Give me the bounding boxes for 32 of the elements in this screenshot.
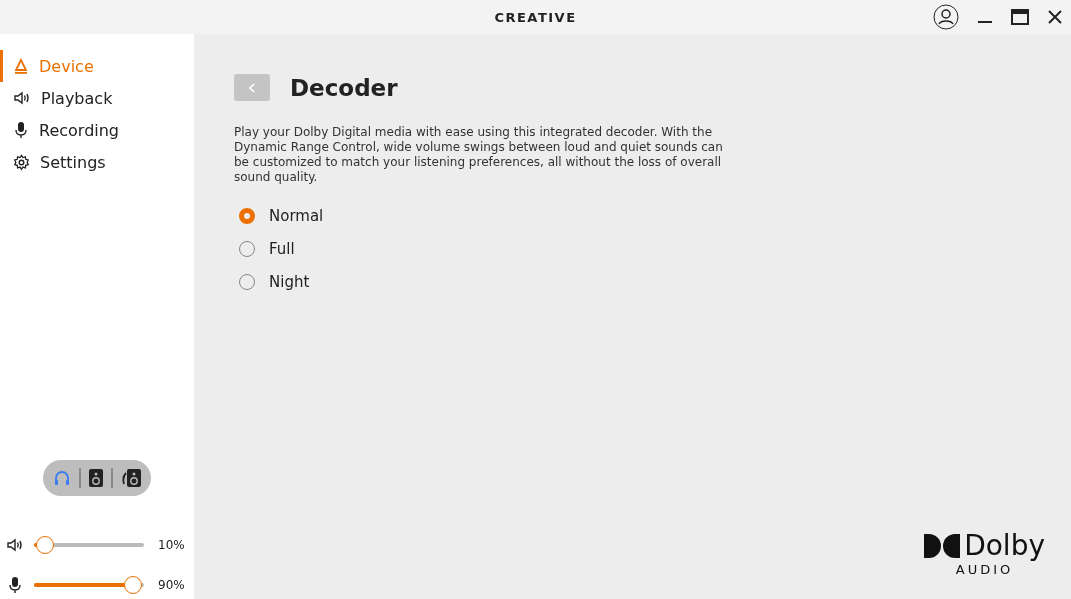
page-title: Decoder bbox=[290, 74, 398, 101]
chevron-left-icon bbox=[248, 82, 256, 93]
microphone-icon bbox=[13, 121, 29, 139]
sidebar-item[interactable]: Playback bbox=[0, 82, 194, 114]
account-icon[interactable] bbox=[933, 4, 959, 30]
sidebar-item[interactable]: Settings bbox=[0, 146, 194, 178]
volume-slider[interactable] bbox=[34, 575, 144, 594]
description: Play your Dolby Digital media with ease using this integrated decoder. With the Dynamic Range Control, wide volume swings between loud and quiet sounds can be customized to match your listening preferences, all without the loss of overall sound quality. bbox=[234, 125, 724, 185]
option-label: Night bbox=[269, 273, 310, 291]
sidebar-item[interactable]: Recording bbox=[0, 114, 194, 146]
slider-thumb[interactable] bbox=[36, 535, 54, 554]
microphone-icon bbox=[6, 575, 24, 594]
settings-icon bbox=[13, 153, 30, 171]
close-icon[interactable] bbox=[1047, 9, 1063, 25]
double-d-icon bbox=[924, 534, 961, 558]
speaker-icon bbox=[6, 536, 24, 553]
headphones-icon[interactable] bbox=[53, 469, 71, 487]
option-label: Normal bbox=[269, 207, 324, 225]
slider-value: 10% bbox=[158, 537, 185, 552]
triangle-icon bbox=[13, 58, 29, 74]
volume-slider[interactable] bbox=[34, 535, 144, 554]
slider-value: 90% bbox=[158, 577, 185, 592]
maximize-icon[interactable] bbox=[1011, 9, 1029, 25]
creative-logo: CREATIVE bbox=[494, 9, 577, 25]
radio-button[interactable] bbox=[239, 208, 255, 224]
speaker-icon bbox=[13, 90, 31, 106]
option-label: Full bbox=[269, 240, 295, 258]
speaker-box-icon[interactable] bbox=[89, 469, 103, 487]
brand-name: Dolby bbox=[964, 530, 1045, 562]
slider-thumb[interactable] bbox=[124, 575, 142, 594]
brand-subtitle: AUDIO bbox=[955, 562, 1014, 577]
headphones-speaker-icon[interactable] bbox=[121, 469, 141, 487]
